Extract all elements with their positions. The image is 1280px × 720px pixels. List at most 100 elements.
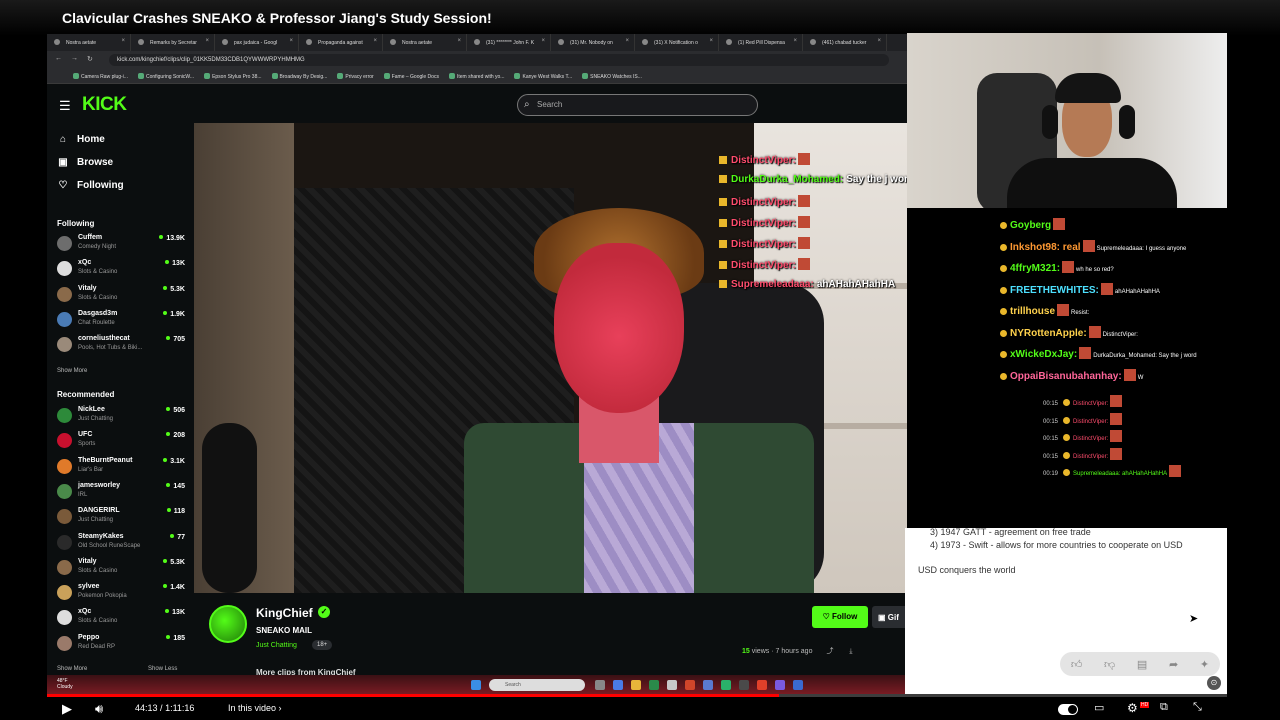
bookmark-item[interactable]: Item shared with yo... [448, 69, 504, 83]
autoplay-toggle[interactable] [1058, 704, 1078, 715]
close-icon[interactable]: × [457, 38, 461, 44]
sidebar-channel[interactable]: DANGERIRL Just Chatting 118 [57, 506, 187, 530]
channel-name: Peppo [78, 633, 100, 641]
miniplayer-icon[interactable]: ⧉ [1160, 701, 1168, 714]
app-icon[interactable] [685, 680, 695, 690]
sidebar-channel[interactable]: TheBurntPeanut Liar's Bar 3.1K [57, 456, 187, 480]
nav-home[interactable]: ⌂ Home [57, 131, 105, 147]
browser-tab[interactable]: (31) ******** John F. K × [467, 34, 551, 51]
sidebar-channel[interactable]: Peppo Red Dead RP 185 [57, 633, 187, 657]
close-icon[interactable]: × [793, 38, 797, 44]
sidebar-channel[interactable]: xQc Slots & Casino 13K [57, 607, 187, 631]
close-icon[interactable]: × [289, 38, 293, 44]
store-icon[interactable] [667, 680, 677, 690]
taskbar-search[interactable]: Search [489, 679, 585, 691]
weather-condition: Cloudy [57, 684, 73, 690]
sidebar-channel[interactable]: NickLee Just Chatting 506 [57, 405, 187, 429]
sidebar-channel[interactable]: corneliusthecat Pools, Hot Tubs & Biki...… [57, 334, 187, 358]
play-icon[interactable]: ▶ [62, 701, 72, 717]
app-icon[interactable] [721, 680, 731, 690]
search-input[interactable]: ⌕ Search [517, 94, 758, 116]
browser-tab[interactable]: pax judaica - Googl × [215, 34, 299, 51]
sidebar-channel[interactable]: Cuffem Comedy Night 13.9K [57, 233, 187, 257]
channel-name[interactable]: KingChief [256, 606, 313, 620]
chat-message: 00:15 DistinctViper: [1043, 395, 1124, 407]
volume-icon[interactable]: 🔊︎ [95, 701, 103, 717]
follow-button[interactable]: ♡ Follow [812, 606, 868, 628]
sidebar-channel[interactable]: SteamyKakes Old School RuneScape 77 [57, 532, 187, 556]
sparkle-icon[interactable]: ✦ [1200, 658, 1209, 671]
browser-tab[interactable]: Nostra aetate × [47, 34, 131, 51]
show-more-following[interactable]: Show More [57, 368, 87, 374]
nav-browse[interactable]: ▣ Browse [57, 154, 113, 170]
share-icon[interactable]: ⤴ [826, 648, 833, 655]
browser-tab[interactable]: Nostra aetate × [383, 34, 467, 51]
close-icon[interactable]: × [373, 38, 377, 44]
back-icon[interactable]: ← [55, 55, 62, 62]
comment-icon[interactable]: ▤ [1137, 658, 1147, 671]
close-icon[interactable]: × [877, 38, 881, 44]
sidebar-channel[interactable]: UFC Sports 208 [57, 430, 187, 454]
app-icon[interactable] [793, 680, 803, 690]
like-icon[interactable]: 👍︎ [1071, 658, 1083, 671]
bookmark-item[interactable]: Fame – Google Docs [383, 69, 439, 83]
sidebar-channel[interactable]: jamesworley IRL 145 [57, 481, 187, 505]
close-icon[interactable]: × [709, 38, 713, 44]
close-icon[interactable]: × [541, 38, 545, 44]
close-icon[interactable]: × [121, 38, 125, 44]
chrome-icon[interactable] [757, 680, 767, 690]
close-icon[interactable]: × [625, 38, 629, 44]
browser-tab[interactable]: (461) chabad tucker × [803, 34, 887, 51]
sidebar-channel[interactable]: xQc Slots & Casino 13K [57, 258, 187, 282]
fullscreen-icon[interactable]: ⤡ [1193, 701, 1202, 714]
video-title[interactable]: Clavicular Crashes SNEAKO & Professor Ji… [62, 10, 492, 26]
reload-icon[interactable]: ↻ [87, 55, 93, 63]
chapter-button[interactable]: In this video › [228, 703, 282, 713]
nav-following[interactable]: ♡ Following [57, 177, 124, 193]
close-icon[interactable]: × [205, 38, 209, 44]
show-less-recommended[interactable]: Show Less [148, 666, 177, 672]
edge-icon[interactable] [649, 680, 659, 690]
bookmark-item[interactable]: Configuring SonicW... [137, 69, 194, 83]
subtitles-icon[interactable]: ▭ [1094, 701, 1104, 714]
webcam-feed [907, 33, 1227, 208]
forward-icon[interactable]: → [71, 55, 78, 62]
app-icon[interactable] [703, 680, 713, 690]
download-icon[interactable]: ⤓ [849, 648, 852, 655]
sidebar-channel[interactable]: Dasgasd3m Chat Roulette 1.9K [57, 309, 187, 333]
fullscreen-corner-icon[interactable]: ⊙ [1207, 676, 1221, 690]
app-icon[interactable] [775, 680, 785, 690]
browser-tab[interactable]: Propaganda against × [299, 34, 383, 51]
app-icon[interactable] [739, 680, 749, 690]
file-explorer-icon[interactable] [631, 680, 641, 690]
bookmark-item[interactable]: SNEAKO Watches IS... [582, 69, 642, 83]
channel-category: Chat Roulette [78, 319, 115, 326]
stream-category[interactable]: Just Chatting [256, 642, 297, 649]
browser-tab[interactable]: Remarks by Secretar × [131, 34, 215, 51]
task-view-icon[interactable] [595, 680, 605, 690]
show-more-recommended[interactable]: Show More [57, 666, 87, 672]
url-field[interactable]: kick.com/kingchief/clips/clip_01KK5DM33C… [109, 54, 889, 66]
sidebar-channel[interactable]: Vitaly Slots & Casino 5.3K [57, 557, 187, 581]
channel-avatar[interactable] [209, 605, 247, 643]
widgets-icon[interactable] [613, 680, 623, 690]
gift-button[interactable]: ▣ Gif [872, 606, 907, 628]
weather-widget[interactable]: 48°F Cloudy [57, 678, 73, 690]
stream-video[interactable]: DistinctViper: DurkaDurka_Mohamed: Say the… [194, 123, 907, 593]
share-icon[interactable]: ➦ [1169, 658, 1178, 671]
kick-logo[interactable]: KICK [82, 94, 127, 116]
settings-icon[interactable]: ⚙ [1127, 701, 1138, 715]
browser-tab[interactable]: (31) X Notification o × [635, 34, 719, 51]
bookmark-item[interactable]: Epson Stylus Pro 38... [204, 69, 262, 83]
bookmark-item[interactable]: Broadway By Desig... [271, 69, 327, 83]
windows-start-icon[interactable] [471, 680, 481, 690]
dislike-icon[interactable]: 👎︎ [1104, 658, 1115, 671]
sidebar-channel[interactable]: Vitaly Slots & Casino 5.3K [57, 284, 187, 308]
menu-icon[interactable]: ☰ [59, 98, 71, 114]
bookmark-item[interactable]: Kanye West Walks T... [514, 69, 572, 83]
browser-tab[interactable]: (1) Red Pill Dispensa × [719, 34, 803, 51]
sidebar-channel[interactable]: sylvee Pokemon Pokopia 1.4K [57, 582, 187, 606]
bookmark-item[interactable]: Camera Raw plug-i... [73, 69, 128, 83]
bookmark-item[interactable]: Privacy error [337, 69, 374, 83]
browser-tab[interactable]: (31) Mr. Nobody on × [551, 34, 635, 51]
